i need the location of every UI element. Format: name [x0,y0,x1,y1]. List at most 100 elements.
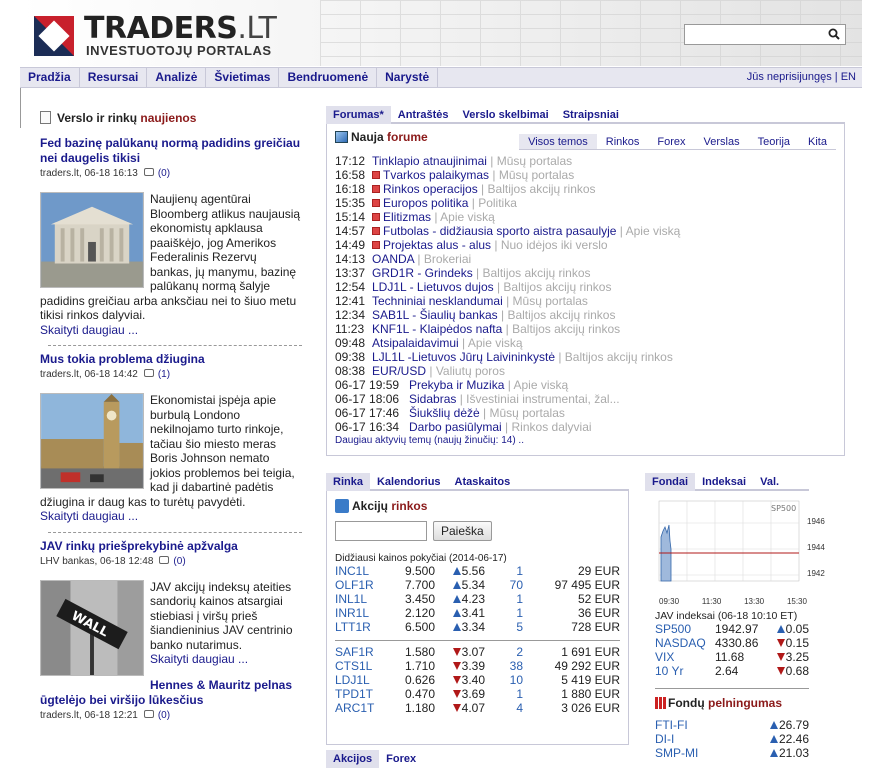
tab-akcijos[interactable]: Akcijos [326,750,380,768]
stock-row[interactable]: INR1L 2.120 3.41 1 36 EUR [335,606,620,620]
topic-category-link[interactable]: Apie viską [514,378,569,392]
nav-item-analize[interactable]: Analizė [147,68,207,87]
index-row[interactable]: 10 Yr 2.64 0.68 [655,664,809,678]
topic-link[interactable]: GRD1R - Grindeks [372,266,473,280]
tab-straipsniai[interactable]: Straipsniai [556,106,626,124]
stock-symbol-link[interactable]: TPD1T [335,687,373,701]
topic-category-link[interactable]: Apie viską [440,210,495,224]
topic-category-link[interactable]: Baltijos akcijų rinkos [503,280,611,294]
logo-mark-icon[interactable] [34,16,74,56]
tab-indeksai[interactable]: Indeksai [695,473,753,491]
stock-row[interactable]: LTT1R 6.500 3.34 5 728 EUR [335,620,620,634]
subtab-rinkos[interactable]: Rinkos [596,134,649,150]
topic-link[interactable]: Tvarkos palaikymas [383,168,489,182]
topic-category-link[interactable]: Baltijos akcijų rinkos [488,182,596,196]
stock-symbol-link[interactable]: INL1L [335,592,367,606]
tab-fondai[interactable]: Fondai [645,473,696,491]
stock-symbol-link[interactable]: CTS1L [335,659,372,673]
topic-link[interactable]: EUR/USD [372,364,426,378]
stock-row[interactable]: INC1L 9.500 5.56 1 29 EUR [335,564,620,578]
tab-antrastes[interactable]: Antraštės [391,106,456,124]
stock-symbol-link[interactable]: OLF1R [335,578,374,592]
fed-building-image[interactable] [40,192,144,288]
comments-link[interactable]: (0) [159,555,186,567]
comments-link[interactable]: (0) [143,709,170,721]
fund-name-link[interactable]: FTI-FI [655,718,688,732]
index-name-link[interactable]: SP500 [655,622,691,636]
topic-link[interactable]: Prekyba ir Muzika [409,378,504,392]
topic-link[interactable]: Futbolas - didžiausia sporto aistra pasa… [383,224,616,238]
topic-category-link[interactable]: Išvestiniai instrumentai, žal... [466,392,619,406]
news-title-link[interactable]: JAV rinkų priešprekybinė apžvalga [40,539,302,554]
search-button[interactable]: Paieška [433,521,492,541]
topic-category-link[interactable]: Baltijos akcijų rinkos [507,308,615,322]
topic-category-link[interactable]: Apie viską [468,336,523,350]
read-more-link[interactable]: Skaityti daugiau ... [40,323,302,338]
sp500-intraday-chart[interactable]: SP500 [655,497,803,593]
stock-symbol-link[interactable]: LTT1R [335,620,371,634]
tab-valiutos[interactable]: Val. [753,473,786,491]
wall-street-sign-image[interactable]: WALL [40,579,144,676]
stock-row[interactable]: OLF1R 7.700 5.34 70 97 495 EUR [335,578,620,592]
stock-row[interactable]: ARC1T 1.180 4.07 4 3 026 EUR [335,701,620,715]
topic-category-link[interactable]: Mūsų portalas [490,406,565,420]
index-name-link[interactable]: VIX [655,650,674,664]
fund-row[interactable]: DI-I 22.46 [655,732,809,746]
topic-link[interactable]: Šiukšlių dėžė [409,406,480,420]
fund-name-link[interactable]: SMP-MI [655,746,698,760]
topic-category-link[interactable]: Mūsų portalas [513,294,588,308]
stock-symbol-link[interactable]: SAF1R [335,645,374,659]
index-row[interactable]: NASDAQ 4330.86 0.15 [655,636,809,650]
topic-link[interactable]: Atsipalaidavimui [372,336,459,350]
topic-link[interactable]: Elitizmas [383,210,431,224]
news-title-link[interactable]: Mus tokia problema džiugina [40,352,302,367]
stock-row[interactable]: TPD1T 0.470 3.69 1 1 880 EUR [335,687,620,701]
subtab-kita[interactable]: Kita [799,134,836,150]
london-parliament-image[interactable] [40,393,144,489]
read-more-link[interactable]: Skaityti daugiau ... [40,509,302,524]
tab-forumas[interactable]: Forumas* [326,106,391,124]
topic-link[interactable]: LDJ1L - Lietuvos dujos [372,280,494,294]
topic-link[interactable]: OANDA [372,252,414,266]
tab-forex[interactable]: Forex [379,750,423,768]
topic-link[interactable]: KNF1L - Klaipėdos nafta [372,322,502,336]
search-input[interactable] [684,24,846,45]
topic-link[interactable]: Tinklapio atnaujinimai [372,154,487,168]
more-topics-link[interactable]: Daugiau aktyvių temų (naujų žinučių: 14)… [335,435,836,446]
stock-symbol-link[interactable]: INR1L [335,606,369,620]
topic-link[interactable]: Sidabras [409,392,456,406]
topic-category-link[interactable]: Apie viską [626,224,681,238]
tab-rinka[interactable]: Rinka [326,473,370,491]
topic-link[interactable]: Europos politika [383,196,468,210]
nav-item-resursai[interactable]: Resursai [80,68,148,87]
topic-category-link[interactable]: Baltijos akcijų rinkos [565,350,673,364]
topic-category-link[interactable]: Nuo idėjos iki verslo [501,238,608,252]
topic-category-link[interactable]: Baltijos akcijų rinkos [512,322,620,336]
logo-text[interactable]: TRADERS.LT [84,11,277,46]
topic-link[interactable]: Projektas alus - alus [383,238,491,252]
subtab-verslas[interactable]: Verslas [694,134,749,150]
topic-link[interactable]: Rinkos operacijos [383,182,478,196]
topic-category-link[interactable]: Rinkos dalyviai [512,420,592,434]
stock-row[interactable]: CTS1L 1.710 3.39 38 49 292 EUR [335,659,620,673]
topic-link[interactable]: LJL1L -Lietuvos Jūrų Laivininkystė [372,350,555,364]
index-row[interactable]: VIX 11.68 3.25 [655,650,809,664]
nav-item-naryste[interactable]: Narystė [377,68,439,87]
topic-link[interactable]: Darbo pasiūlymai [409,420,502,434]
topic-category-link[interactable]: Mūsų portalas [499,168,574,182]
subtab-teorija[interactable]: Teorija [748,134,800,150]
search-icon[interactable] [828,28,840,40]
index-name-link[interactable]: 10 Yr [655,664,683,678]
topic-category-link[interactable]: Brokeriai [424,252,471,266]
topic-category-link[interactable]: Baltijos akcijų rinkos [482,266,590,280]
topic-category-link[interactable]: Mūsų portalas [497,154,572,168]
index-row[interactable]: SP500 1942.97 0.05 [655,622,809,636]
stock-symbol-link[interactable]: LDJ1L [335,673,370,687]
tab-kalendorius[interactable]: Kalendorius [370,473,448,491]
topic-category-link[interactable]: Politika [478,196,517,210]
nav-item-pradzia[interactable]: Pradžia [20,68,80,87]
stock-row[interactable]: LDJ1L 0.626 3.40 10 5 419 EUR [335,673,620,687]
topic-category-link[interactable]: Valiutų poros [436,364,505,378]
stock-symbol-link[interactable]: INC1L [335,564,369,578]
fund-row[interactable]: SMP-MI 21.03 [655,746,809,760]
